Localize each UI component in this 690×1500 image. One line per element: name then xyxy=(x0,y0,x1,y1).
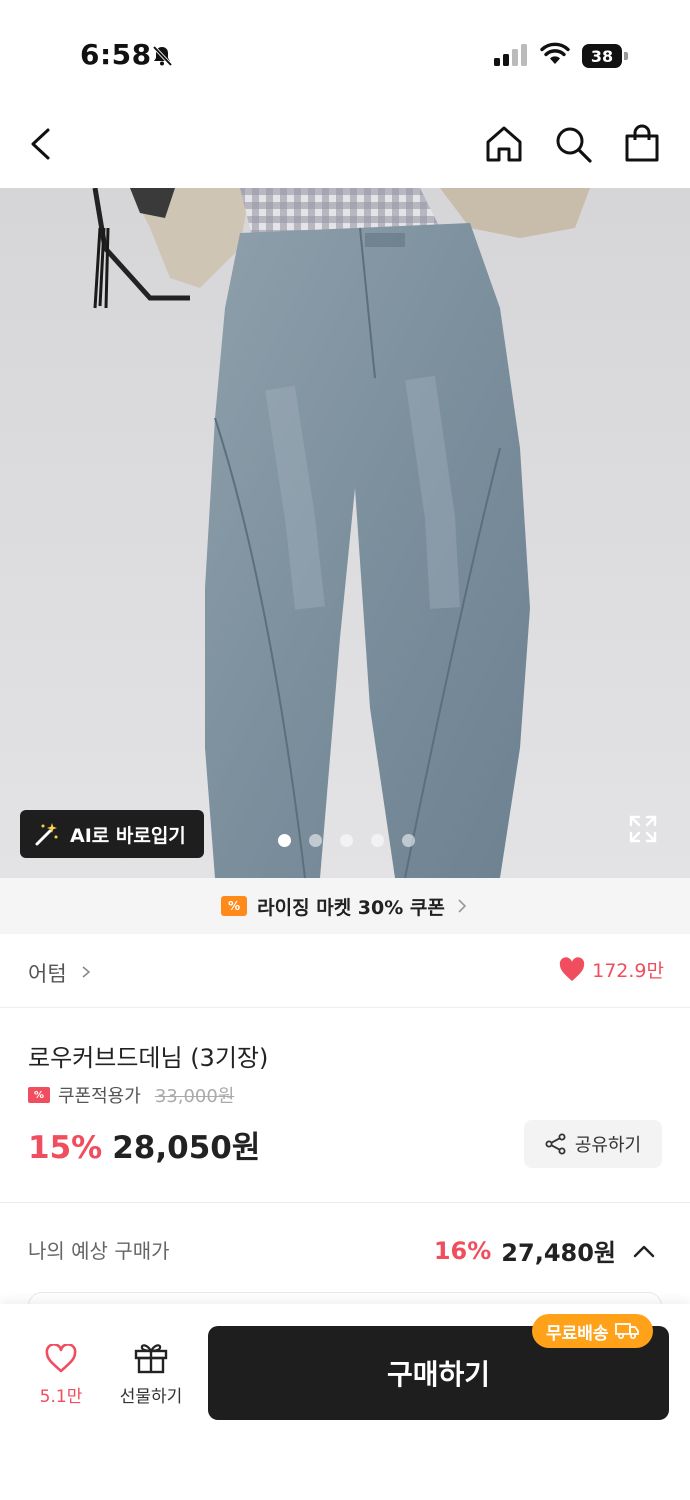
heart-outline-icon xyxy=(45,1343,77,1373)
carousel-dot[interactable] xyxy=(402,834,415,847)
brand-row: 어텀 172.9만 xyxy=(0,934,690,1008)
magic-wand-icon xyxy=(35,823,58,846)
coupon-banner[interactable]: % 라이징 마켓 30% 쿠폰 xyxy=(0,878,690,934)
brand-likes-count: 172.9만 xyxy=(592,960,664,982)
heart-filled-icon xyxy=(559,956,585,981)
product-photo xyxy=(0,188,690,878)
carousel-dot[interactable] xyxy=(371,834,384,847)
carousel-indicator xyxy=(278,834,415,847)
cellular-signal-icon xyxy=(494,44,527,66)
expected-price-row[interactable]: 나의 예상 구매가 16% 27,480원 xyxy=(0,1203,690,1293)
coupon-applied-label: 쿠폰적용가 xyxy=(58,1086,141,1107)
share-icon xyxy=(545,1133,566,1155)
carousel-dot[interactable] xyxy=(278,834,291,847)
buy-label: 구매하기 xyxy=(386,1358,491,1391)
expand-icon[interactable] xyxy=(628,814,658,844)
battery-icon: 38 xyxy=(582,44,628,68)
original-price: 33,000원 xyxy=(154,1086,235,1107)
brand-likes[interactable]: 172.9만 xyxy=(558,956,664,983)
discount-rate: 15% xyxy=(28,1130,103,1166)
wishlist-button[interactable]: 5.1만 xyxy=(30,1343,92,1407)
battery-level: 38 xyxy=(590,46,614,66)
wifi-icon xyxy=(540,42,570,64)
product-title: 로우커브드데님 (3기장) xyxy=(28,1044,269,1072)
status-bar: 6:58 38 xyxy=(0,0,690,100)
status-time: 6:58 xyxy=(80,38,152,71)
carousel-dot[interactable] xyxy=(340,834,353,847)
share-button[interactable]: 공유하기 xyxy=(524,1120,662,1168)
free-shipping-label: 무료배송 xyxy=(546,1323,609,1344)
carousel-dot[interactable] xyxy=(309,834,322,847)
gift-label: 선물하기 xyxy=(119,1387,183,1407)
expected-price-label: 나의 예상 구매가 xyxy=(28,1239,170,1263)
bell-muted-icon xyxy=(152,45,173,67)
ai-try-on-label: AI로 바로입기 xyxy=(70,824,186,847)
expected-price-value: 16% 27,480원 xyxy=(434,1233,656,1268)
sale-price: 28,050원 xyxy=(112,1130,261,1166)
bottom-action-bar: 5.1만 선물하기 구매하기 무료배송 xyxy=(0,1304,690,1500)
coupon-icon: % xyxy=(221,896,248,916)
product-image-carousel[interactable]: AI로 바로입기 xyxy=(0,188,690,878)
expected-discount: 16% xyxy=(433,1236,492,1265)
brand-name-link[interactable]: 어텀 xyxy=(28,958,67,988)
home-icon[interactable] xyxy=(482,122,526,166)
shopping-bag-icon[interactable] xyxy=(620,122,664,166)
search-icon[interactable] xyxy=(551,122,595,166)
wishlist-count: 5.1만 xyxy=(39,1387,83,1407)
back-icon[interactable] xyxy=(20,122,64,166)
chevron-right-icon xyxy=(458,899,466,913)
share-label: 공유하기 xyxy=(574,1135,642,1156)
coupon-banner-text: 라이징 마켓 30% 쿠폰 xyxy=(257,896,445,919)
gift-icon xyxy=(134,1344,168,1374)
expected-amount: 27,480원 xyxy=(501,1239,616,1267)
gift-button[interactable]: 선물하기 xyxy=(110,1340,192,1407)
top-nav-bar xyxy=(0,100,690,188)
coupon-price-row: % 쿠폰적용가 33,000원 xyxy=(28,1082,234,1108)
coupon-tag-icon: % xyxy=(28,1087,50,1103)
ai-try-on-button[interactable]: AI로 바로입기 xyxy=(20,810,204,858)
chevron-up-icon[interactable] xyxy=(632,1243,656,1259)
free-shipping-badge: 무료배송 xyxy=(532,1314,653,1348)
chevron-right-icon xyxy=(82,966,91,978)
delivery-truck-icon xyxy=(614,1323,639,1340)
price-row: 15% 28,050원 xyxy=(28,1122,260,1167)
